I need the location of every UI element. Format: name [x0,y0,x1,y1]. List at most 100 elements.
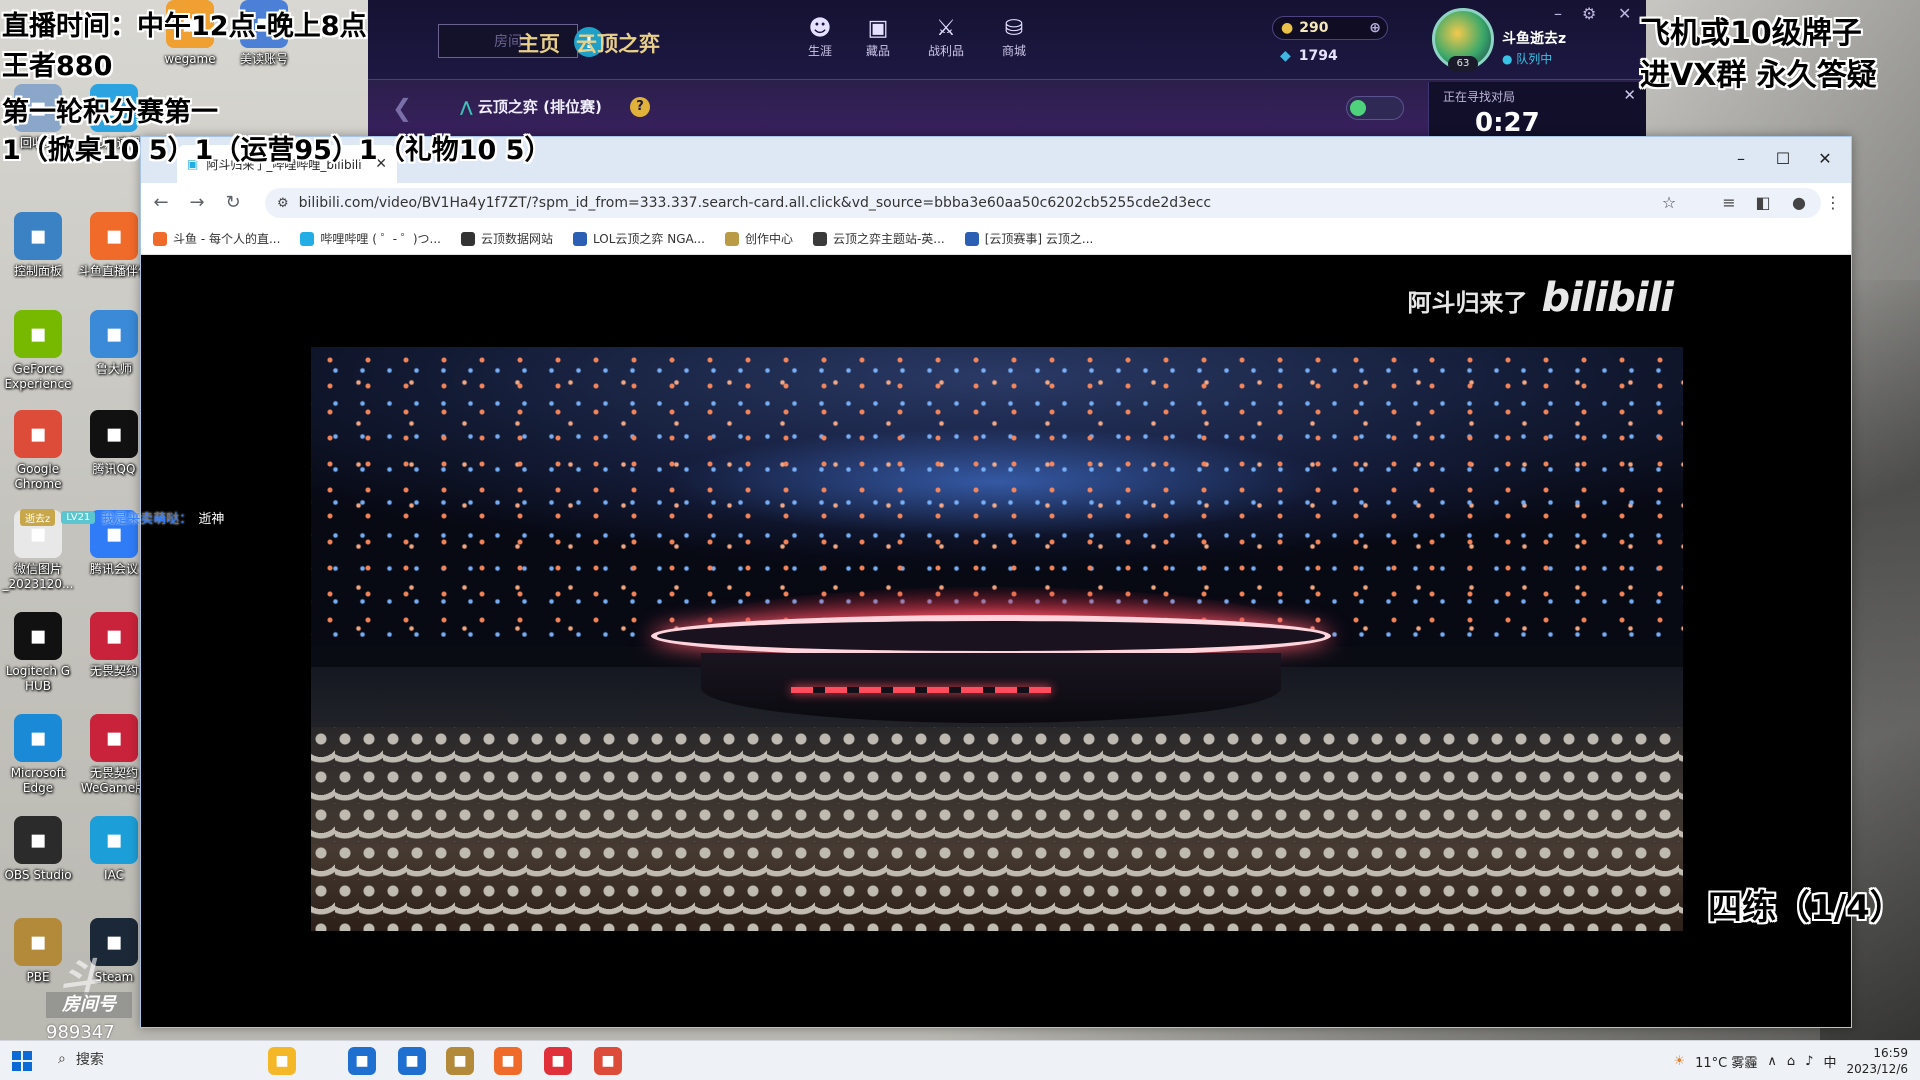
overlay-schedule: 直播时间：中午12点-晚上8点 [2,11,367,42]
address-bar[interactable]: ⚙ bilibili.com/video/BV1Ha4y1f7ZT/?spm_i… [265,188,1821,218]
profile-username: 斗鱼逝去z [1502,31,1567,47]
profile-icon[interactable]: ● [1787,191,1811,215]
back-icon[interactable]: ← [149,191,173,215]
bookmark-label: 哔哩哔哩 ( ゜- ゜)つ... [320,232,441,246]
desktop-icon-label: 美读账号 [239,52,288,66]
overlay-promo-1: 飞机或10级牌子 [1640,16,1862,51]
profile-status: ● 队列中 [1502,52,1553,66]
desktop-icon-12[interactable]: ▪ Logitech G HUB [0,612,76,694]
party-toggle[interactable] [1346,96,1404,120]
network-icon[interactable]: ⌂ [1787,1054,1795,1069]
taskbar: ⌕ 搜索 ■ ■ ■ ■ ■ ■ ■ ☀ 11°C 雾霾 ∧ ⌂ ♪ 中 16:59 202… [0,1040,1920,1080]
desktop-icon-6[interactable]: ▪ GeForce Experience [0,310,76,392]
bookmark-item[interactable]: LOL云顶之弈 NGA... [573,230,705,247]
desktop-icon-14[interactable]: ▪ Microsoft Edge [0,714,76,796]
career-button[interactable]: ☻ 生涯 [790,16,850,59]
menu-icon[interactable]: ⋮ [1821,191,1845,215]
desktop-icon-label: 腾讯QQ [92,462,136,476]
rp-value: 290 [1299,20,1329,36]
bookmark-label: 云顶之弈主题站-英... [832,232,945,246]
obs-icon: ▪ [14,816,62,864]
minimize-icon[interactable]: – [1554,4,1562,23]
danmaku-message: 逝去z LV21 我是来卖萌哒： 逝神 [20,508,224,527]
back-arrow-icon[interactable]: ❮ [392,94,412,122]
profile-status-text: 队列中 [1516,52,1553,66]
rp-currency[interactable]: ● 290 ⊕ [1272,16,1388,40]
chrome-taskbar-icon[interactable]: ■ [594,1047,622,1075]
desktop-icon-label: GeForce Experience [4,362,72,391]
reload-icon[interactable]: ↻ [221,191,245,215]
bookmark-favicon-icon [724,231,739,246]
coin-icon: ● [1281,20,1294,36]
bookmark-item[interactable]: 斗鱼 - 每个人的直... [153,230,280,247]
bookmark-favicon-icon [300,231,315,246]
queue-label: 正在寻找对局 [1443,90,1516,104]
window-minimize-icon[interactable]: – [1727,147,1755,171]
lol-pbe-icon: ▪ [14,918,62,966]
window-maximize-icon[interactable]: ☐ [1769,147,1797,171]
search-icon: ⌕ [58,1051,66,1067]
weather-text[interactable]: 11°C 雾霾 [1695,1052,1757,1071]
desktop-icon-8[interactable]: ▪ Google Chrome [0,410,76,492]
loot-button[interactable]: ⚔ 战利品 [916,16,976,59]
room-label: 房间号 [46,992,132,1018]
tft-icon: ⋀ [460,98,473,116]
overlay-practice: 四练（1/4） [1708,888,1904,928]
ime-indicator[interactable]: 中 [1823,1052,1836,1071]
desktop-icon-label: 微信图片_2023120... [2,562,74,591]
bookmark-star-icon[interactable]: ☆ [1657,191,1681,215]
desktop-icon-label: 腾讯会议 [89,562,138,576]
mail-taskbar-icon[interactable]: ■ [398,1047,426,1075]
bookmark-item[interactable]: [云顶赛事] 云顶之... [964,230,1093,247]
be-value: 1794 [1298,48,1338,64]
desktop-icon-label: Microsoft Edge [10,766,66,795]
taskbar-clock[interactable]: 16:59 2023/12/6 [1846,1045,1908,1077]
store-button[interactable]: ⛁ 商城 [984,16,1044,59]
close-icon[interactable]: ✕ [1618,4,1631,23]
browser-toolbar: ← → ↻ ⚙ bilibili.com/video/BV1Ha4y1f7ZT/… [141,183,1851,223]
volume-icon[interactable]: ♪ [1805,1054,1813,1069]
loot-label: 战利品 [927,44,964,58]
settings-icon[interactable]: ⚙ [1582,4,1596,23]
taskbar-search[interactable]: ⌕ 搜索 [58,1049,104,1069]
store-taskbar-icon[interactable]: ■ [348,1047,376,1075]
forward-icon[interactable]: → [185,191,209,215]
game-client-window: 房间 ! 主页 云顶之弈 ☻ 生涯 ▣ 藏品 ⚔ 战利品 ⛁ 商城 ● 290 … [368,0,1646,140]
desktop-icon-label: Google Chrome [14,462,62,491]
fan-badge: 逝去z [20,509,56,526]
desktop-icon-16[interactable]: ▪ OBS Studio [0,816,76,883]
douyu-icon: ▪ [90,212,138,260]
watermark-text: 阿斗归来了 [1407,289,1528,317]
add-icon[interactable]: ⊕ [1369,20,1381,36]
file-manager-taskbar-icon[interactable]: ■ [268,1047,296,1075]
weather-icon[interactable]: ☀ [1673,1054,1685,1069]
netease-music-taskbar-icon[interactable]: ■ [544,1047,572,1075]
media-icon[interactable]: ≡ [1717,191,1741,215]
desktop-icon-label: 无畏契约 [89,664,138,678]
video-player[interactable] [311,347,1683,931]
nav-tft[interactable]: 云顶之弈 [576,28,660,58]
window-close-icon[interactable]: ✕ [1811,147,1839,171]
bookmark-favicon-icon [964,231,979,246]
valorant-icon: ▪ [90,612,138,660]
nav-home[interactable]: 主页 [518,28,560,58]
bookmark-item[interactable]: 云顶数据网站 [461,230,553,247]
queue-close-icon[interactable]: ✕ [1623,86,1636,104]
help-icon[interactable]: ? [630,97,650,117]
bookmark-item[interactable]: 创作中心 [724,230,793,247]
overlay-promo-2: 进VX群 永久答疑 [1640,58,1877,93]
start-button[interactable] [12,1051,32,1071]
douyu-taskbar-icon[interactable]: ■ [494,1047,522,1075]
bookmark-item[interactable]: 云顶之弈主题站-英... [812,230,945,247]
lol-taskbar-icon[interactable]: ■ [446,1047,474,1075]
video-strip-light [791,687,1051,693]
store-label: 商城 [1001,44,1026,58]
loot-icon: ⚔ [936,16,956,41]
page-viewport: 阿斗归来了 bilibili [141,255,1851,1027]
desktop-icon-4[interactable]: ▪ 控制面板 [0,212,76,279]
site-info-icon[interactable]: ⚙ [277,196,289,211]
side-panel-icon[interactable]: ◧ [1751,191,1775,215]
collection-button[interactable]: ▣ 藏品 [848,16,908,59]
bookmark-item[interactable]: 哔哩哔哩 ( ゜- ゜)つ... [300,230,441,247]
tray-expand-icon[interactable]: ∧ [1767,1054,1777,1069]
